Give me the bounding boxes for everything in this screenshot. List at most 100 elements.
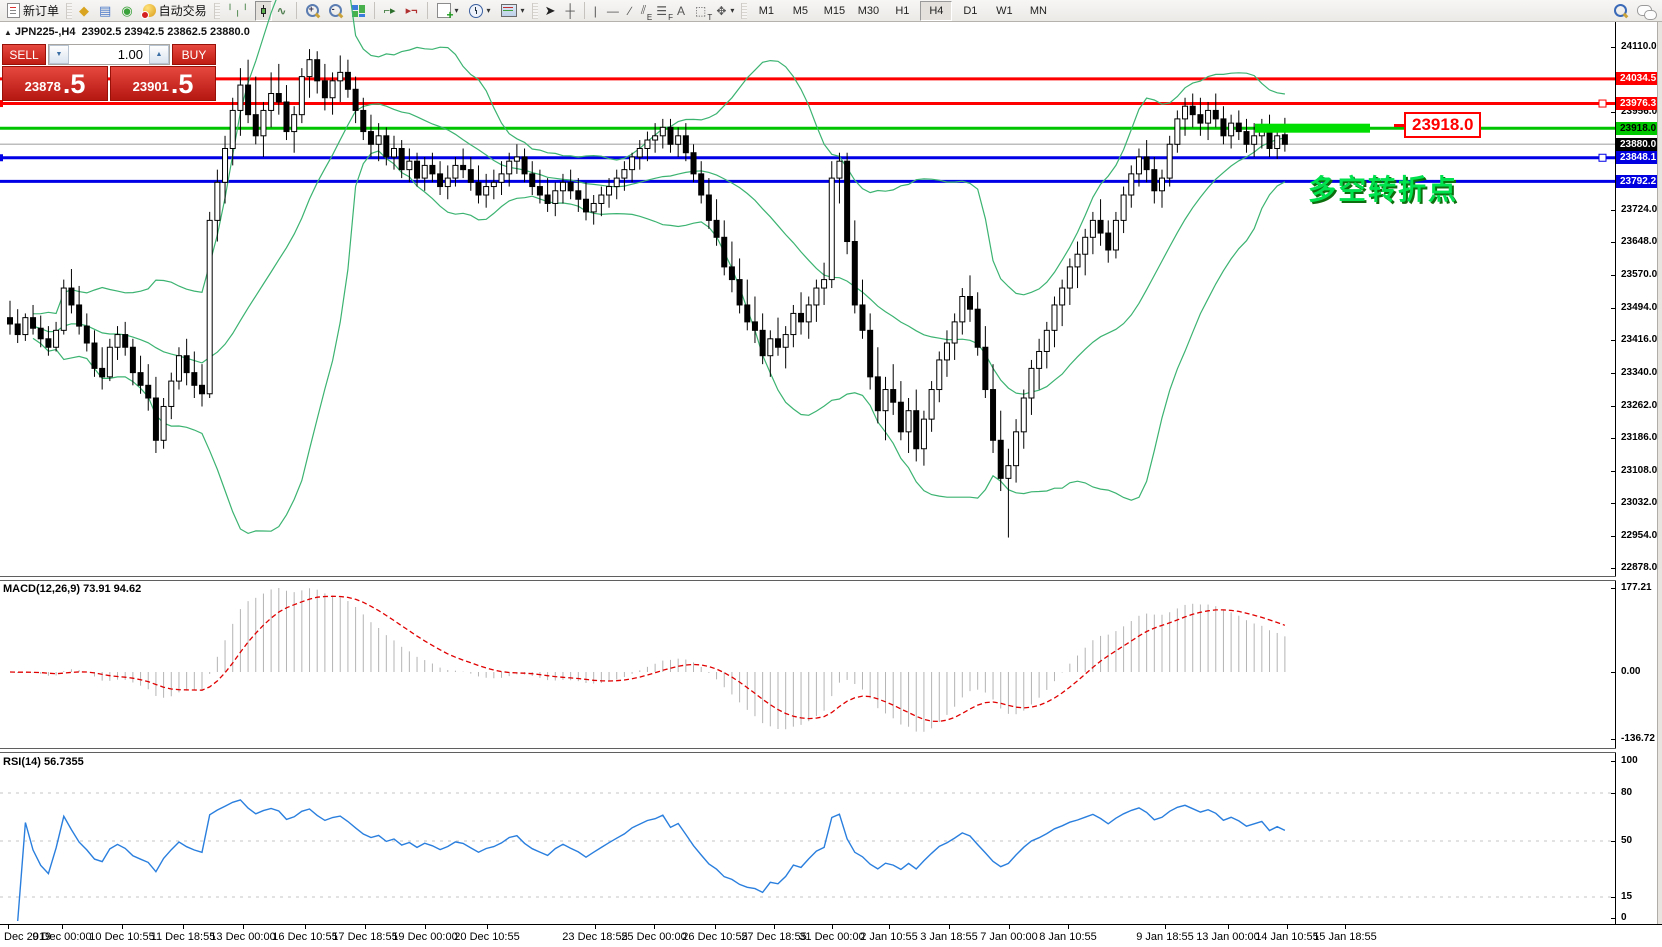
time-tick-mark (1228, 925, 1229, 929)
time-label: 14 Jan 10:55 (1255, 931, 1319, 943)
bull-candle (1021, 398, 1026, 432)
bull-candle (169, 381, 174, 406)
price-tick-mark (1611, 340, 1615, 341)
time-label: 26 Dec 10:55 (682, 931, 747, 943)
bull-candle (1029, 368, 1034, 398)
axis-tick-mark (1611, 739, 1615, 740)
symbol-period-label: JPN225-,H4 (15, 26, 76, 38)
ohlc-values: 23902.5 23942.5 23862.5 23880.0 (82, 26, 250, 38)
axis-tick-mark (1611, 897, 1615, 898)
volume-value[interactable]: 1.00 (69, 45, 149, 64)
bear-candle (745, 305, 750, 322)
price-axis[interactable]: 24110.023956.023724.023648.023570.023494… (1616, 22, 1657, 925)
bear-candle (983, 347, 988, 389)
price-tick-mark (1611, 503, 1615, 504)
bull-candle (1275, 136, 1280, 149)
macd-pane-splitter[interactable] (0, 576, 1662, 581)
bull-candle (937, 360, 942, 390)
time-label: 23 Dec 18:55 (562, 931, 627, 943)
time-tick-mark (487, 925, 488, 929)
buy-price-button[interactable]: 23901 .5 (110, 66, 216, 101)
bull-candle (1252, 136, 1257, 144)
symbol-triangle-icon: ▲ (4, 28, 12, 37)
time-tick-mark (949, 925, 950, 929)
bull-candle (1121, 195, 1126, 220)
bull-candle (261, 110, 266, 135)
bear-candle (153, 398, 158, 440)
volume-increase-button[interactable]: ▲ (149, 45, 169, 64)
bear-candle (276, 94, 281, 102)
bull-candle (929, 390, 934, 420)
bear-candle (1098, 220, 1103, 233)
mt4-window: 新订单 ◆ ▤ ◉ 自动交易 ╵╷╵ ∿ + - ⌐▸ ▸¬ ▾ ▾ ▾ ➤ ┼… (0, 0, 1662, 947)
rsi-axis-label: 0 (1621, 912, 1627, 923)
bear-candle (584, 199, 589, 212)
bull-candle (1037, 351, 1042, 368)
bull-candle (1129, 174, 1134, 195)
rsi-pane-splitter[interactable] (0, 748, 1662, 753)
price-callout-box[interactable]: 23918.0 (1404, 112, 1481, 138)
rsi-axis-label: 15 (1621, 891, 1632, 902)
price-tick-mark (1611, 308, 1615, 309)
bear-candle (968, 297, 973, 310)
volume-decrease-button[interactable]: ▼ (49, 45, 69, 64)
time-tick-mark (1068, 925, 1069, 929)
price-tick-label: 23494.0 (1621, 302, 1657, 313)
bear-candle (438, 174, 443, 187)
bear-candle (192, 373, 197, 386)
axis-tick-mark (1611, 918, 1615, 919)
price-tick-label: 23416.0 (1621, 334, 1657, 345)
window-edge (1657, 22, 1662, 947)
bear-candle (568, 182, 573, 190)
price-tick-label: 22878.0 (1621, 562, 1657, 573)
price-tick-mark (1611, 536, 1615, 537)
macd-axis-label: 0.00 (1621, 666, 1640, 677)
price-tick-mark (1611, 210, 1615, 211)
sell-button[interactable]: SELL (2, 44, 46, 65)
line-endpoint-marker (0, 100, 3, 107)
price-tick-label: 23724.0 (1621, 204, 1657, 215)
bull-candle (1090, 220, 1095, 237)
bull-candle (376, 136, 381, 144)
bear-candle (875, 377, 880, 411)
bull-candle (791, 313, 796, 334)
bear-candle (545, 195, 550, 203)
time-label: 11 Dec 18:55 (151, 931, 216, 943)
bear-candle (138, 373, 143, 386)
bear-candle (706, 195, 711, 220)
bear-candle (868, 330, 873, 377)
bear-candle (537, 187, 542, 195)
bull-candle (837, 161, 842, 178)
time-label: 3 Jan 18:55 (920, 931, 978, 943)
time-tick-mark (832, 925, 833, 929)
bollinger-lower-band (33, 151, 1285, 534)
buy-button[interactable]: BUY (172, 44, 216, 65)
bear-candle (100, 368, 105, 376)
bear-candle (15, 324, 20, 335)
time-label: 9 Dec 00:00 (32, 931, 91, 943)
bear-candle (845, 161, 850, 241)
bear-candle (130, 347, 135, 372)
bear-candle (776, 339, 781, 347)
bear-candle (461, 165, 466, 169)
main-chart-canvas[interactable] (0, 0, 1662, 947)
bull-candle (768, 339, 773, 356)
time-label: 7 Jan 00:00 (980, 931, 1038, 943)
time-label: 25 Dec 00:00 (621, 931, 686, 943)
bull-candle (1113, 220, 1118, 250)
bull-candle (484, 187, 489, 195)
bear-candle (315, 60, 320, 81)
sell-price-pip: .5 (63, 71, 86, 98)
bull-candle (1052, 305, 1057, 330)
bull-candle (906, 411, 911, 432)
price-line-badge: 23848.1 (1616, 151, 1657, 164)
time-axis[interactable]: Dec 20199 Dec 00:0010 Dec 10:5511 Dec 18… (0, 924, 1662, 947)
chinese-annotation: 多空转折点 (1308, 168, 1458, 208)
bear-candle (1244, 132, 1249, 145)
price-line-badge: 23976.3 (1616, 97, 1657, 110)
bear-candle (714, 220, 719, 237)
bull-candle (1183, 106, 1188, 119)
sell-price-button[interactable]: 23878 .5 (2, 66, 108, 101)
bull-candle (960, 297, 965, 322)
price-tick-mark (1611, 406, 1615, 407)
